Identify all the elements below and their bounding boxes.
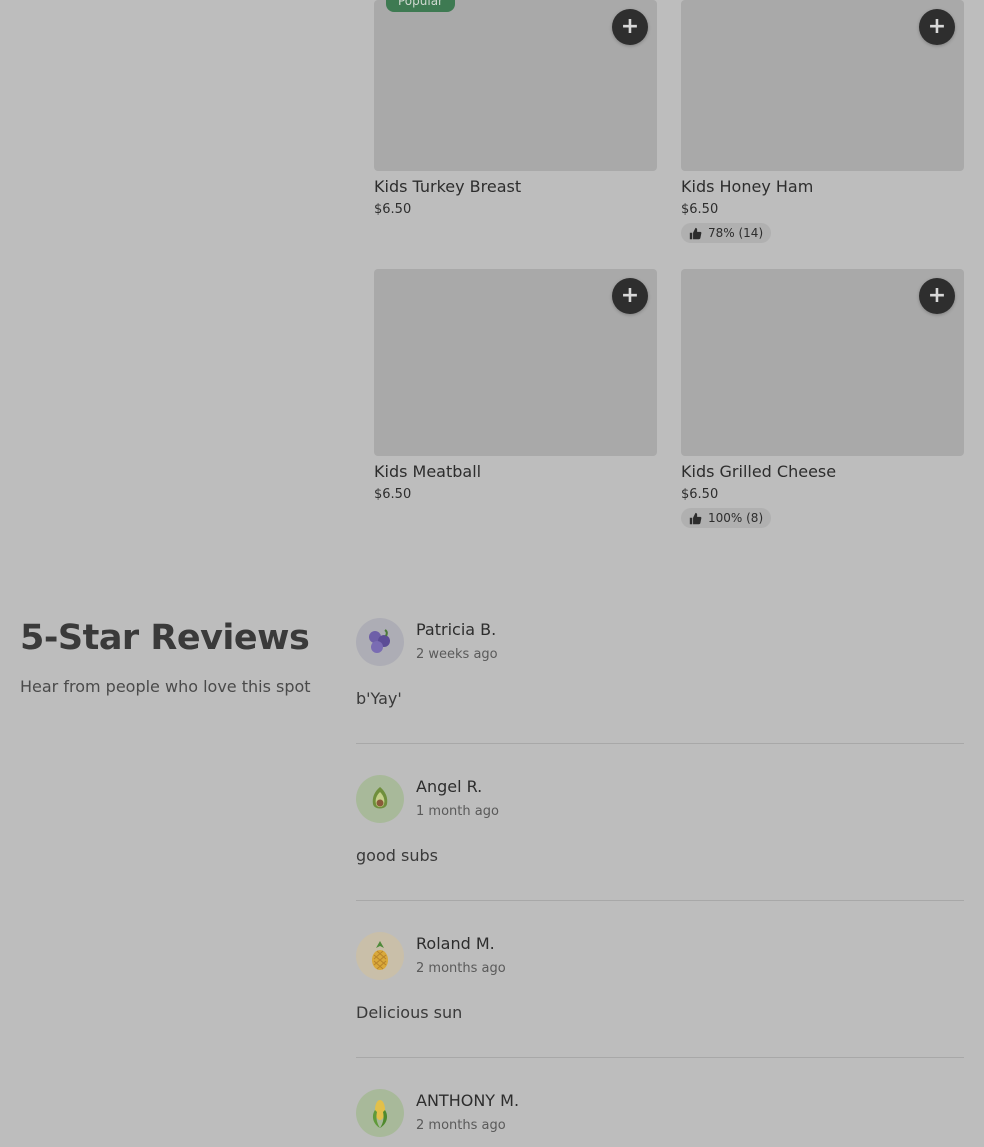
- pineapple-icon: [372, 941, 388, 970]
- review-time: 2 weeks ago: [416, 647, 498, 662]
- review-item: ANTHONY M. 2 months ago: [356, 1089, 964, 1147]
- reviews-title: 5-Star Reviews: [20, 618, 310, 658]
- popular-badge: Popular: [386, 0, 455, 12]
- review-item: Angel R. 1 month ago good subs: [356, 775, 964, 875]
- reviewer-name: Angel R.: [416, 777, 483, 796]
- review-text: Delicious sun: [356, 1003, 463, 1022]
- blueberry-icon: [369, 629, 390, 653]
- thumbs-up-icon: [689, 227, 702, 239]
- review-time: 2 months ago: [416, 961, 506, 976]
- menu-item-card[interactable]: + Kids Honey Ham $6.50 78% (14): [681, 0, 964, 244]
- reviewer-name: Patricia B.: [416, 620, 497, 639]
- add-item-button[interactable]: +: [612, 278, 648, 314]
- menu-item-image[interactable]: +: [681, 269, 964, 456]
- avatar: [356, 775, 404, 823]
- rating-text: 100% (8): [708, 511, 764, 525]
- rating-badge: 78% (14): [681, 223, 772, 243]
- avocado-icon: [372, 787, 388, 809]
- reviewer-name: Roland M.: [416, 934, 495, 953]
- menu-item-image[interactable]: +: [681, 0, 964, 171]
- menu-item-price: $6.50: [374, 487, 412, 502]
- menu-item-price: $6.50: [681, 487, 719, 502]
- menu-item-card[interactable]: + Kids Meatball $6.50: [374, 269, 657, 502]
- divider: [356, 1057, 964, 1058]
- menu-item-price: $6.50: [374, 202, 412, 217]
- plus-icon: +: [620, 14, 640, 39]
- menu-item-image[interactable]: +: [374, 269, 657, 456]
- menu-item-name: Kids Honey Ham: [681, 177, 814, 196]
- corn-icon: [372, 1100, 388, 1128]
- review-item: Roland M. 2 months ago Delicious sun: [356, 932, 964, 1032]
- menu-item-name: Kids Meatball: [374, 462, 482, 481]
- rating-badge: 100% (8): [681, 508, 772, 528]
- reviews-subtitle: Hear from people who love this spot: [20, 677, 311, 696]
- reviewer-name: ANTHONY M.: [416, 1091, 520, 1110]
- add-item-button[interactable]: +: [919, 9, 955, 45]
- menu-item-price: $6.50: [681, 202, 719, 217]
- review-text: good subs: [356, 846, 438, 865]
- menu-item-card[interactable]: Popular + Kids Turkey Breast $6.50: [374, 0, 657, 217]
- thumbs-up-icon: [689, 512, 702, 524]
- plus-icon: +: [927, 283, 947, 308]
- rating-text: 78% (14): [708, 226, 764, 240]
- avatar: [356, 1089, 404, 1137]
- menu-item-card[interactable]: + Kids Grilled Cheese $6.50 100% (8): [681, 269, 964, 529]
- plus-icon: +: [620, 283, 640, 308]
- avatar: [356, 932, 404, 980]
- review-time: 1 month ago: [416, 804, 499, 819]
- menu-item-name: Kids Grilled Cheese: [681, 462, 837, 481]
- menu-item-image[interactable]: Popular +: [374, 0, 657, 171]
- divider: [356, 743, 964, 744]
- add-item-button[interactable]: +: [919, 278, 955, 314]
- menu-item-name: Kids Turkey Breast: [374, 177, 522, 196]
- add-item-button[interactable]: +: [612, 9, 648, 45]
- avatar: [356, 618, 404, 666]
- review-time: 2 months ago: [416, 1118, 506, 1133]
- plus-icon: +: [927, 14, 947, 39]
- review-text: b'Yay': [356, 689, 402, 708]
- divider: [356, 900, 964, 901]
- review-item: Patricia B. 2 weeks ago b'Yay': [356, 618, 964, 718]
